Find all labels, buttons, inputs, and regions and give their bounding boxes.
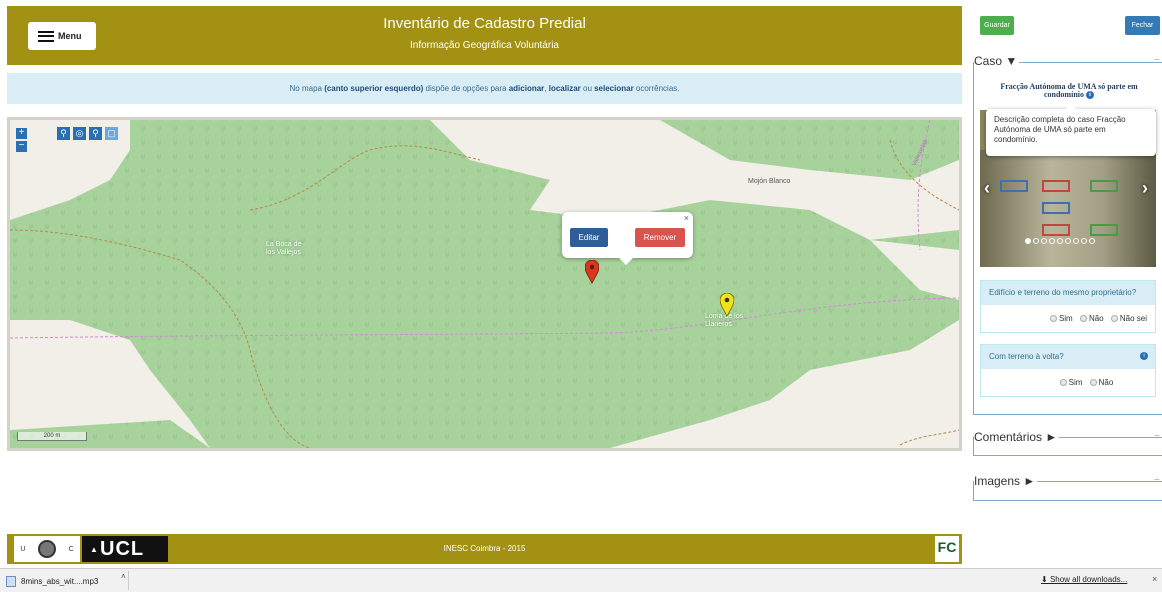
comentarios-collapse[interactable]: − <box>1154 431 1160 442</box>
photo-window <box>1042 202 1070 214</box>
divider <box>973 455 1162 456</box>
question-land: Com terreno à volta? i Sim Não <box>980 344 1156 397</box>
info-icon[interactable]: i <box>1086 91 1094 100</box>
question-text: Edifício e terreno do mesmo proprietário… <box>981 281 1155 305</box>
search-icon[interactable]: ⚲ <box>89 127 102 140</box>
page-footer: U C UCL INESC Coimbra - 2015 FC <box>7 534 962 564</box>
divider <box>973 500 1162 501</box>
radio-sim[interactable] <box>1059 379 1067 386</box>
photo-window <box>1090 180 1118 192</box>
carousel-dot[interactable] <box>1081 238 1087 244</box>
save-button[interactable]: Guardar <box>980 16 1014 35</box>
download-item[interactable]: 8mins_abs_wit....mp3 <box>6 572 98 590</box>
caso-section-toggle[interactable]: Caso ▼ <box>974 54 1020 68</box>
option-label: Não <box>1088 314 1104 323</box>
photo-window <box>1042 224 1070 236</box>
locate-icon[interactable]: ◎ <box>73 127 86 140</box>
case-title-text: Fracção Autónoma de UMA só parte em cond… <box>1000 82 1138 99</box>
remove-button[interactable]: Remover <box>635 228 685 247</box>
carousel-dot[interactable] <box>1025 238 1031 244</box>
question-label: Com terreno à volta? <box>989 352 1064 361</box>
download-filename: 8mins_abs_wit....mp3 <box>21 576 99 586</box>
carousel-dot[interactable] <box>1089 238 1095 244</box>
photo-window <box>1042 180 1070 192</box>
question-owner: Edifício e terreno do mesmo proprietário… <box>980 280 1156 333</box>
question-options: Sim Não Não sei <box>981 305 1155 332</box>
footer-text: INESC Coimbra - 2015 <box>443 544 526 553</box>
divider <box>973 414 1162 415</box>
close-downloads-icon[interactable]: × <box>1152 574 1157 584</box>
edit-button[interactable]: Editar <box>570 228 608 247</box>
scale-bar: 200 m <box>17 432 87 441</box>
close-button[interactable]: Fechar <box>1125 16 1160 35</box>
option-label: Sim <box>1058 314 1073 323</box>
question-text: Com terreno à volta? i <box>981 345 1155 369</box>
divider <box>128 571 129 590</box>
zoom-out-button[interactable]: − <box>16 141 27 152</box>
carousel-indicators <box>1025 238 1095 244</box>
fc-logo: FC <box>935 536 959 562</box>
show-all-downloads-link[interactable]: ⬇ Show all downloads... <box>1041 575 1127 584</box>
info-bold: adicionar <box>508 84 545 93</box>
select-icon[interactable]: ▢ <box>105 127 118 140</box>
page-subtitle: Informação Geográfica Voluntária <box>410 40 559 51</box>
info-text: ocorrências. <box>633 84 680 93</box>
red-marker-icon[interactable] <box>585 260 599 284</box>
add-marker-icon[interactable]: ⚲ <box>57 127 70 140</box>
imagens-section-toggle[interactable]: Imagens ► <box>974 474 1038 488</box>
info-bold: (canto superior esquerdo) <box>324 84 424 93</box>
carousel-next-icon[interactable]: › <box>1142 178 1148 199</box>
info-text: No mapa <box>289 84 325 93</box>
comentarios-section-toggle[interactable]: Comentários ► <box>974 430 1060 444</box>
instruction-bar: No mapa (canto superior esquerdo) dispõe… <box>7 73 962 104</box>
download-menu-caret[interactable]: ˄ <box>121 572 126 581</box>
carousel-dot[interactable] <box>1073 238 1079 244</box>
photo-window <box>1000 180 1028 192</box>
radio-nao[interactable] <box>1079 315 1087 322</box>
map-tiles: ψ <box>10 120 959 448</box>
photo-window <box>1090 224 1118 236</box>
option-label: Sim <box>1068 378 1083 387</box>
map-label-mojon: Mojón Blanco <box>748 178 791 185</box>
carousel-dot[interactable] <box>1033 238 1039 244</box>
question-options: Sim Não <box>981 369 1155 396</box>
carousel-dot[interactable] <box>1057 238 1063 244</box>
option-label: Não sei <box>1119 314 1147 323</box>
zoom-in-button[interactable]: + <box>16 128 27 139</box>
show-all-label: Show all downloads... <box>1049 575 1128 584</box>
map-label-boca: La Boca de los Vallejos <box>266 241 302 256</box>
case-title: Fracção Autónoma de UMA só parte em cond… <box>983 82 1155 100</box>
radio-nao[interactable] <box>1089 379 1097 386</box>
carousel-prev-icon[interactable]: ‹ <box>984 178 990 199</box>
map-toolbar: ⚲ ◎ ⚲ ▢ <box>57 127 118 140</box>
zoom-control: + − <box>16 128 27 154</box>
carousel-dot[interactable] <box>1049 238 1055 244</box>
caso-collapse[interactable]: − <box>1154 55 1160 66</box>
case-panel: Guardar Fechar Caso ▼ − Fracção Autónoma… <box>966 0 1162 568</box>
info-bold: selecionar <box>594 84 634 93</box>
info-icon[interactable]: i <box>1140 352 1148 360</box>
carousel-dot[interactable] <box>1065 238 1071 244</box>
info-text: ou <box>580 84 595 93</box>
info-bold: localizar <box>548 84 581 93</box>
info-text: dispõe de opções para <box>423 84 509 93</box>
option-label: Não <box>1098 378 1114 387</box>
divider <box>973 62 974 414</box>
map-canvas[interactable]: ψ + − ⚲ ◎ ⚲ ▢ Mojón Blanco La Boca de lo… <box>7 117 962 451</box>
case-description-tooltip: Descrição completa do caso Fracção Autón… <box>986 104 1156 156</box>
radio-nao-sei[interactable] <box>1110 315 1118 322</box>
imagens-collapse[interactable]: − <box>1154 475 1160 486</box>
yellow-marker-icon[interactable] <box>720 293 734 317</box>
app-header: Menu Inventário de Cadastro Predial Info… <box>7 6 962 65</box>
radio-sim[interactable] <box>1049 315 1057 322</box>
popup-close-icon[interactable]: × <box>684 213 689 223</box>
marker-popup: × Editar Remover <box>562 212 693 265</box>
downloads-bar: 8mins_abs_wit....mp3 ˄ ⬇ Show all downlo… <box>0 568 1162 592</box>
carousel-dot[interactable] <box>1041 238 1047 244</box>
audio-file-icon <box>6 575 16 587</box>
page-title: Inventário de Cadastro Predial <box>383 15 586 32</box>
